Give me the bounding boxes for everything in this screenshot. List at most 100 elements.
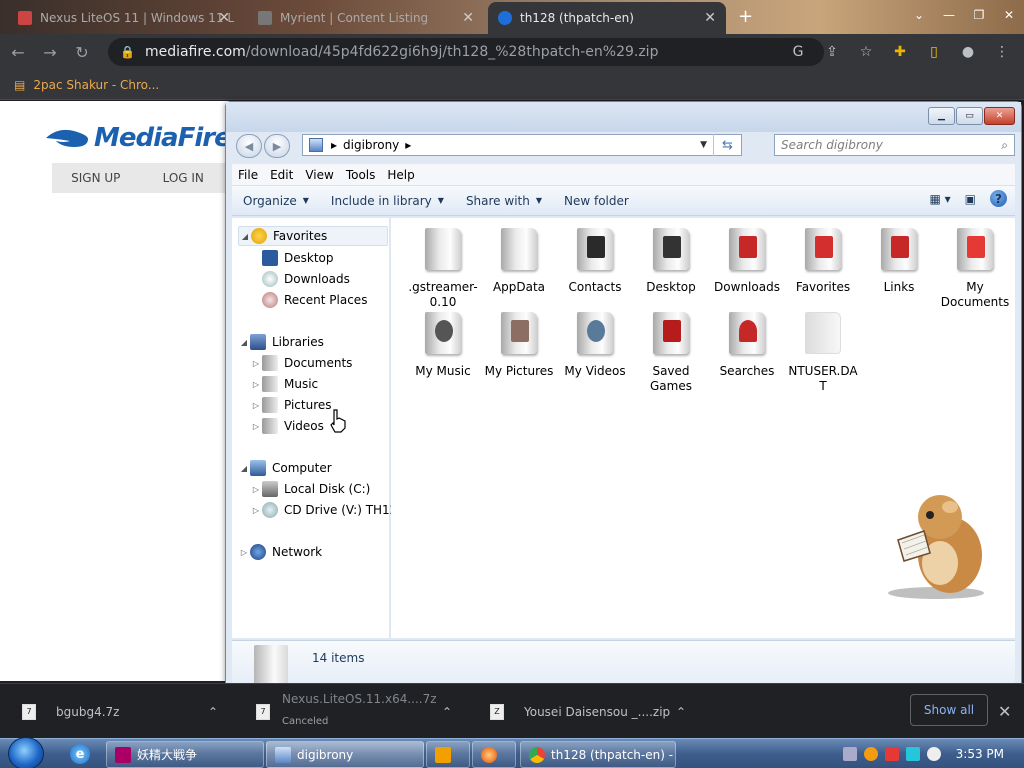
tray-app-icon[interactable]	[842, 747, 857, 761]
back-arrow-icon[interactable]: ←	[4, 38, 32, 66]
mediafire-logo[interactable]: MediaFire	[44, 123, 232, 153]
nav-computer[interactable]: ◢ Computer	[238, 458, 332, 478]
new-tab-plus-icon[interactable]: +	[738, 6, 753, 27]
nav-network[interactable]: ▷ Network	[238, 542, 322, 562]
nav-videos[interactable]: ▷ Videos	[250, 416, 324, 436]
file-item[interactable]: My Pictures	[483, 310, 555, 379]
close-tab-icon[interactable]: ✕	[218, 10, 230, 26]
log-in-link[interactable]: LOG IN	[140, 171, 228, 185]
minimize-icon[interactable]: —	[934, 0, 964, 30]
back-button-icon[interactable]: ◀	[236, 134, 262, 158]
taskbar-item-fairy-wars[interactable]: 妖精大戦争	[106, 741, 264, 768]
nav-local-disk[interactable]: ▷ Local Disk (C:)	[250, 479, 370, 499]
collapse-triangle-icon[interactable]: ◢	[238, 464, 250, 473]
profile-avatar-icon[interactable]: ●	[954, 38, 982, 66]
nav-downloads[interactable]: Downloads	[262, 269, 350, 289]
expand-triangle-icon[interactable]: ▷	[250, 506, 262, 515]
close-tab-icon[interactable]: ✕	[462, 10, 474, 26]
sign-up-link[interactable]: SIGN UP	[52, 171, 140, 185]
clock[interactable]: 3:53 PM	[956, 747, 1004, 761]
download-item[interactable]: 7 Nexus.LiteOS.11.x64....7z Canceled ⌃	[256, 684, 466, 739]
expand-triangle-icon[interactable]: ▷	[238, 548, 250, 557]
file-item[interactable]: My Documents	[939, 226, 1011, 310]
share-icon[interactable]: ⇪	[818, 38, 846, 66]
expand-triangle-icon[interactable]: ▷	[250, 380, 262, 389]
bookmark-item[interactable]: 2pac Shakur - Chro...	[33, 78, 159, 92]
preview-pane-icon[interactable]: ▣	[965, 192, 976, 206]
close-window-icon[interactable]: ✕	[994, 0, 1024, 30]
menu-edit[interactable]: Edit	[264, 168, 299, 182]
start-orb-icon[interactable]	[8, 737, 44, 768]
maximize-icon[interactable]: ▭	[956, 107, 983, 125]
volume-icon[interactable]	[926, 747, 941, 761]
reload-icon[interactable]: ↻	[68, 38, 96, 66]
nav-cd-drive[interactable]: ▷ CD Drive (V:) TH128	[250, 500, 405, 520]
file-item[interactable]: NTUSER.DAT	[787, 310, 859, 394]
nav-pictures[interactable]: ▷ Pictures	[250, 395, 332, 415]
nav-desktop[interactable]: Desktop	[262, 248, 334, 268]
nav-libraries[interactable]: ◢ Libraries	[238, 332, 324, 352]
file-item[interactable]: Contacts	[559, 226, 631, 295]
show-all-button[interactable]: Show all	[910, 694, 988, 726]
close-shelf-icon[interactable]: ✕	[998, 702, 1011, 721]
breadcrumb-digibrony[interactable]: digibrony	[343, 138, 399, 152]
bookmark-star-icon[interactable]: ☆	[852, 38, 880, 66]
file-item[interactable]: My Music	[407, 310, 479, 379]
tab-nexus-liteos[interactable]: Nexus LiteOS 11 | Windows 11 L ✕	[8, 2, 240, 34]
chevron-up-icon[interactable]: ⌃	[208, 705, 218, 719]
file-item[interactable]: Links	[863, 226, 935, 295]
file-item[interactable]: AppData	[483, 226, 555, 295]
download-item[interactable]: 7 bgubg4.7z ⌃	[22, 684, 232, 739]
menu-kebab-icon[interactable]: ⋮	[988, 38, 1016, 66]
include-in-library-button[interactable]: Include in library ▼	[320, 194, 455, 208]
taskbar-item-digibrony[interactable]: digibrony	[266, 741, 424, 768]
forward-button-icon[interactable]: ▶	[264, 134, 290, 158]
minimize-icon[interactable]: ▁	[928, 107, 955, 125]
side-panel-icon[interactable]: ▯	[920, 38, 948, 66]
menu-help[interactable]: Help	[381, 168, 420, 182]
taskbar-item-chrome[interactable]: th128 (thpatch-en) - ...	[520, 741, 676, 768]
collapse-triangle-icon[interactable]: ◢	[239, 232, 251, 241]
expand-triangle-icon[interactable]: ▷	[250, 401, 262, 410]
new-folder-button[interactable]: New folder	[553, 194, 640, 208]
search-input[interactable]: Search digibrony ⌕	[774, 134, 1015, 156]
google-g-icon[interactable]: G	[784, 38, 812, 66]
address-dropdown-icon[interactable]: ▼	[700, 140, 707, 150]
expand-triangle-icon[interactable]: ▷	[250, 485, 262, 494]
chevron-up-icon[interactable]: ⌃	[676, 705, 686, 719]
expand-triangle-icon[interactable]: ▷	[250, 422, 262, 431]
file-item[interactable]: .gstreamer-0.10	[407, 226, 479, 310]
menu-view[interactable]: View	[299, 168, 339, 182]
close-icon[interactable]: ✕	[984, 107, 1015, 125]
change-view-icon[interactable]: ▦ ▾	[929, 192, 950, 206]
file-item[interactable]: Favorites	[787, 226, 859, 295]
help-icon[interactable]: ?	[990, 190, 1007, 207]
taskbar-item-media[interactable]	[426, 741, 470, 768]
share-with-button[interactable]: Share with ▼	[455, 194, 553, 208]
download-item[interactable]: Z Yousei Daisensou _....zip ⌃	[490, 684, 700, 739]
nav-music[interactable]: ▷ Music	[250, 374, 318, 394]
explorer-address-bar[interactable]: ▸ digibrony ▸ ▼ ⇆	[302, 134, 742, 156]
collapse-triangle-icon[interactable]: ◢	[238, 338, 250, 347]
nav-documents[interactable]: ▷ Documents	[250, 353, 352, 373]
nav-favorites[interactable]: ◢ Favorites	[238, 226, 388, 246]
file-item[interactable]: My Videos	[559, 310, 631, 379]
file-item[interactable]: Desktop	[635, 226, 707, 295]
address-bar[interactable]: 🔒 mediafire.com/download/45p4fd622gi6h9j…	[108, 38, 824, 66]
extensions-puzzle-icon[interactable]: ✚	[886, 38, 914, 66]
network-tray-icon[interactable]	[905, 747, 920, 761]
search-icon[interactable]: ⌕	[1001, 138, 1008, 153]
file-item[interactable]: Saved Games	[635, 310, 707, 394]
expand-triangle-icon[interactable]: ▷	[250, 359, 262, 368]
tab-search-chevron-icon[interactable]: ⌄	[904, 0, 934, 30]
forward-arrow-icon[interactable]: →	[36, 38, 64, 66]
action-center-flag-icon[interactable]	[884, 747, 899, 761]
tray-search-icon[interactable]	[863, 747, 878, 761]
taskbar-item-app[interactable]	[472, 741, 516, 768]
internet-explorer-icon[interactable]: e	[70, 744, 90, 764]
nav-recent-places[interactable]: Recent Places	[262, 290, 367, 310]
tab-myrient[interactable]: Myrient | Content Listing ✕	[248, 2, 484, 34]
restore-icon[interactable]: ❐	[964, 0, 994, 30]
file-item[interactable]: Searches	[711, 310, 783, 379]
refresh-icon[interactable]: ⇆	[713, 134, 741, 156]
